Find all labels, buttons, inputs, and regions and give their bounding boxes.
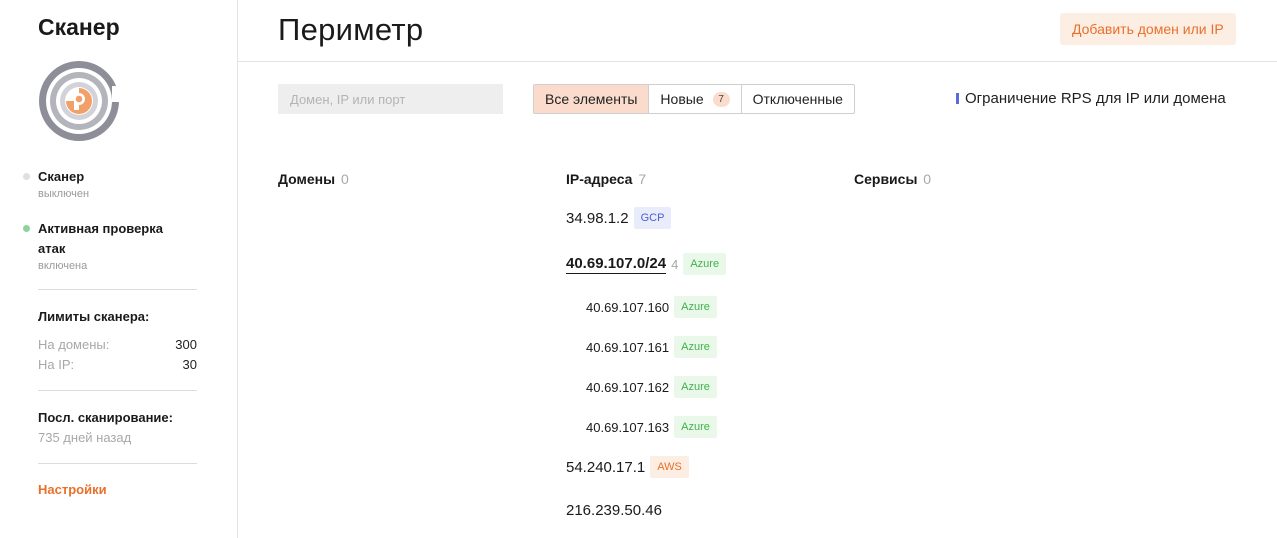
column-services-title: Сервисы	[854, 171, 918, 187]
ip-list-item: 34.98.1.2 GCP	[566, 207, 672, 229]
scanner-status-name: Сканер	[38, 169, 85, 184]
filter-tab-disabled-label: Отключенные	[752, 91, 843, 107]
ip-address[interactable]: 54.240.17.1	[566, 459, 645, 476]
provider-tag: AWS	[650, 456, 689, 478]
ip-address[interactable]: 216.239.50.46	[566, 502, 662, 519]
active-check-status-value: включена	[38, 260, 88, 272]
limit-domains-label: На домены:	[38, 337, 110, 352]
ip-list-item: 40.69.107.163 Azure	[586, 416, 717, 438]
ip-address[interactable]: 40.69.107.161	[586, 340, 669, 355]
column-ips-header: IP-адреса 7	[566, 171, 646, 187]
new-count-badge: 7	[712, 91, 730, 107]
filter-tab-all-label: Все элементы	[545, 91, 638, 107]
rps-limit-label: Ограничение RPS для IP или домена	[965, 90, 1226, 107]
last-scan-value: 735 дней назад	[38, 430, 132, 445]
sidebar: Сканер Сканер выключен Активная проверка…	[0, 0, 238, 538]
sidebar-divider	[38, 390, 197, 391]
scanner-status: Сканер выключен	[23, 167, 208, 201]
active-check-status-name: Активная проверка атак	[38, 221, 163, 256]
column-ips-title: IP-адреса	[566, 171, 633, 187]
column-domains-count: 0	[340, 171, 349, 187]
ip-list-item: 216.239.50.46	[566, 502, 662, 519]
provider-tag: Azure	[674, 336, 717, 358]
column-ips-count: 7	[638, 171, 647, 187]
ip-address[interactable]: 40.69.107.163	[586, 420, 669, 435]
ip-address[interactable]: 40.69.107.160	[586, 300, 669, 315]
filter-tab-new[interactable]: Новые 7	[649, 85, 742, 113]
search-input[interactable]	[278, 84, 503, 114]
column-domains-header: Домены 0	[278, 171, 349, 187]
ip-list-item: 40.69.107.161 Azure	[586, 336, 717, 358]
provider-tag: Azure	[674, 416, 717, 438]
ip-subnet[interactable]: 40.69.107.0/24	[566, 255, 667, 274]
provider-tag: GCP	[633, 207, 672, 229]
ip-subnet-item: 40.69.107.0/24 4 Azure	[566, 253, 727, 275]
provider-tag: Azure	[674, 376, 717, 398]
filter-tab-new-label: Новые	[660, 91, 704, 107]
filter-tab-disabled[interactable]: Отключенные	[742, 85, 854, 113]
page-title: Периметр	[278, 12, 424, 47]
add-domain-or-ip-button[interactable]: Добавить домен или IP	[1060, 13, 1236, 45]
sidebar-title: Сканер	[38, 14, 120, 40]
ip-address[interactable]: 34.98.1.2	[566, 210, 629, 227]
ip-list-item: 54.240.17.1 AWS	[566, 456, 689, 478]
rps-marker-icon	[956, 93, 959, 104]
provider-tag: Azure	[683, 253, 727, 275]
filter-tabs: Все элементы Новые 7 Отключенные	[533, 84, 855, 114]
settings-link[interactable]: Настройки	[38, 482, 107, 497]
scanner-status-value: выключен	[38, 188, 90, 200]
active-check-status-dot	[23, 225, 30, 232]
scanner-status-dot	[23, 173, 30, 180]
provider-tag: Azure	[674, 296, 717, 318]
ip-list-item: 40.69.107.162 Azure	[586, 376, 717, 398]
active-check-status: Активная проверка атак включена	[23, 219, 188, 273]
limit-row-ip: На IP: 30	[38, 357, 197, 372]
ip-list-item: 40.69.107.160 Azure	[586, 296, 717, 318]
limit-ip-value: 30	[182, 357, 197, 372]
rps-limit-link[interactable]: Ограничение RPS для IP или домена	[956, 90, 1226, 107]
page-header: Периметр Добавить домен или IP	[238, 0, 1277, 62]
filter-tab-all[interactable]: Все элементы	[534, 85, 650, 113]
sidebar-divider	[38, 289, 197, 290]
column-services-count: 0	[923, 171, 932, 187]
ip-address[interactable]: 40.69.107.162	[586, 380, 669, 395]
column-domains-title: Домены	[278, 171, 336, 187]
column-services-header: Сервисы 0	[854, 171, 931, 187]
limit-ip-label: На IP:	[38, 357, 75, 372]
scanner-limits-title: Лимиты сканера:	[38, 309, 150, 324]
last-scan-title: Посл. сканирование:	[38, 410, 173, 425]
scanner-logo-icon	[39, 61, 120, 141]
subnet-count: 4	[671, 256, 679, 272]
sidebar-divider	[38, 463, 197, 464]
limit-domains-value: 300	[175, 337, 197, 352]
limit-row-domains: На домены: 300	[38, 337, 197, 352]
